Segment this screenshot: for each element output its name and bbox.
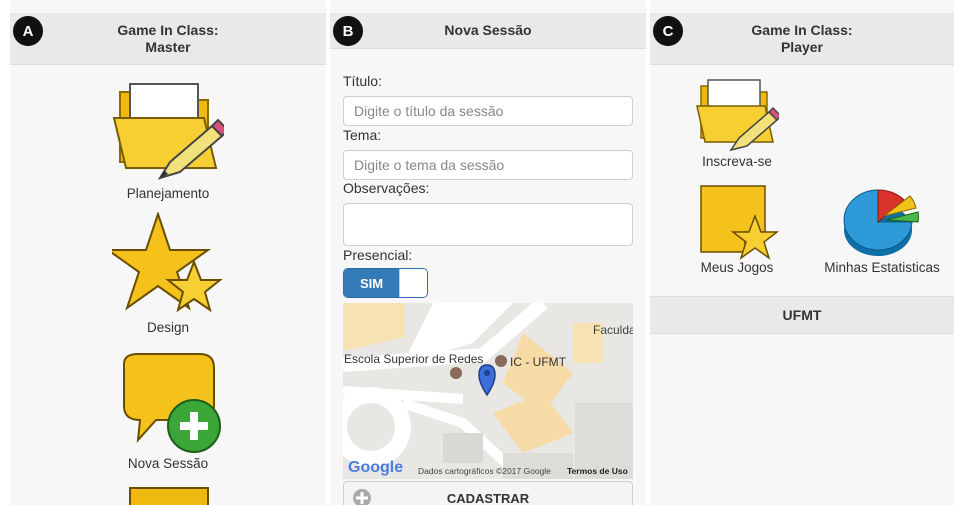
- design-label: Design: [146, 320, 190, 335]
- master-header: Game In Class: Master: [10, 13, 326, 65]
- minhas-estatisticas-label: Minhas Estatisticas: [824, 260, 940, 275]
- player-header-title: Game In Class:: [751, 21, 853, 38]
- folder-pencil-icon: [112, 83, 224, 180]
- map-terms-link[interactable]: Termos de Uso: [567, 466, 628, 476]
- map-label-ic-ufmt: IC - UFMT: [510, 355, 566, 369]
- menu-nova-sessao[interactable]: Nova Sessão: [98, 350, 238, 471]
- menu-item-partial[interactable]: [98, 484, 238, 505]
- menu-minhas-estatisticas[interactable]: Minhas Estatisticas: [818, 182, 946, 275]
- observacoes-textarea[interactable]: [343, 203, 633, 246]
- folder-icon: [129, 487, 209, 505]
- ufmt-footer: UFMT: [650, 296, 954, 334]
- map-attribution: Dados cartográficos ©2017 Google: [418, 466, 551, 476]
- nova-sessao-header: Nova Sessão: [330, 13, 646, 49]
- toggle-on-label: SIM: [344, 269, 399, 297]
- master-header-subtitle: Master: [145, 38, 191, 55]
- panel-a-badge: A: [13, 16, 43, 46]
- map-canvas: [343, 303, 633, 479]
- location-map[interactable]: Faculda Escola Superior de Redes IC - UF…: [343, 303, 633, 479]
- map-label-faculdade: Faculda: [593, 323, 633, 337]
- cadastrar-label: CADASTRAR: [446, 490, 530, 505]
- panel-b-badge: B: [333, 16, 363, 46]
- presencial-toggle[interactable]: SIM: [343, 268, 428, 298]
- menu-inscreva-se[interactable]: Inscreva-se: [687, 76, 787, 169]
- tema-label: Tema:: [343, 127, 382, 143]
- nova-sessao-screen: Nova Sessão Título: Tema: Observações: P…: [330, 0, 646, 505]
- nova-sessao-title: Nova Sessão: [444, 22, 532, 38]
- nova-sessao-label: Nova Sessão: [127, 456, 209, 471]
- player-header: Game In Class: Player: [650, 13, 954, 65]
- google-logo: Google: [348, 459, 404, 476]
- pie-chart-icon: [843, 189, 919, 256]
- toggle-knob: [399, 269, 427, 297]
- note-star-icon: [700, 185, 779, 260]
- meus-jogos-label: Meus Jogos: [700, 260, 774, 275]
- menu-meus-jogos[interactable]: Meus Jogos: [687, 182, 787, 275]
- cadastrar-button[interactable]: CADASTRAR: [343, 481, 633, 505]
- titulo-input[interactable]: [343, 96, 633, 126]
- observacoes-label: Observações:: [343, 180, 430, 196]
- master-header-title: Game In Class:: [117, 21, 219, 38]
- presencial-label: Presencial:: [343, 247, 413, 263]
- player-header-subtitle: Player: [780, 38, 824, 55]
- stars-icon: [112, 212, 223, 313]
- player-empty-area: [650, 335, 954, 505]
- panel-c-badge: C: [653, 16, 683, 46]
- speech-bubble-plus-icon: [123, 353, 221, 453]
- map-label-escola: Escola Superior de Redes: [344, 352, 484, 366]
- tema-input[interactable]: [343, 150, 633, 180]
- planejamento-label: Planejamento: [126, 186, 210, 201]
- player-screen: Game In Class: Player Inscreva-se Meus J…: [650, 0, 954, 505]
- plus-circle-icon: [353, 489, 371, 505]
- titulo-label: Título:: [343, 73, 382, 89]
- menu-planejamento[interactable]: Planejamento: [98, 78, 238, 201]
- master-screen: Game In Class: Master Planejamento Desig…: [10, 0, 326, 505]
- inscreva-se-label: Inscreva-se: [702, 154, 772, 169]
- folder-pencil-icon: [696, 79, 779, 152]
- menu-design[interactable]: Design: [98, 212, 238, 335]
